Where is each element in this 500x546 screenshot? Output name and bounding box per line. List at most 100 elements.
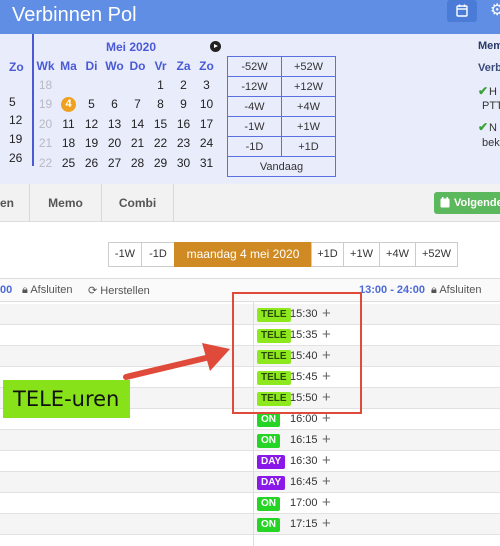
jump-minus-52w-button[interactable]: -52W <box>227 56 282 77</box>
calendar-day[interactable]: 2 <box>172 75 195 95</box>
weekday-header: Zo <box>199 58 214 73</box>
calendar-day[interactable]: 12 <box>80 114 103 134</box>
calendar-day[interactable] <box>80 75 103 95</box>
calendar-day[interactable]: 8 <box>149 95 172 115</box>
current-date[interactable]: maandag 4 mei 2020 <box>174 242 312 267</box>
jump-minus-1d-button[interactable]: -1D <box>227 136 282 157</box>
lock-icon: 🔒︎ <box>22 284 28 296</box>
calendar-day[interactable]: 27 <box>103 153 126 173</box>
jump-plus-4w-button[interactable]: +4W <box>281 96 336 117</box>
calendar-day[interactable]: 5 <box>9 95 16 109</box>
calendar-day[interactable] <box>103 75 126 95</box>
calendar-day[interactable]: 30 <box>172 153 195 173</box>
next-week-button[interactable]: +1W <box>343 242 380 267</box>
slot-badge[interactable]: ON <box>257 434 280 448</box>
add-icon[interactable]: + <box>322 452 331 469</box>
calendar-icon <box>440 197 450 208</box>
calendar-day[interactable] <box>57 75 80 95</box>
week-number[interactable]: 20 <box>34 114 57 134</box>
add-icon[interactable]: + <box>322 473 331 490</box>
slot-badge[interactable]: DAY <box>257 476 286 490</box>
calendar-day[interactable]: 16 <box>172 114 195 134</box>
calendar-day[interactable]: 23 <box>172 134 195 154</box>
calendar-day[interactable]: 5 <box>80 95 103 115</box>
calendar-day[interactable]: 20 <box>103 134 126 154</box>
calendar-day[interactable]: 9 <box>172 95 195 115</box>
slot-time: 16:15 <box>290 434 318 446</box>
table-row: ON 16:15 + <box>0 430 500 451</box>
next-month-icon[interactable] <box>210 41 221 52</box>
calendar-day[interactable]: 7 <box>126 95 149 115</box>
calendar-day[interactable]: 10 <box>195 95 218 115</box>
calendar-day[interactable]: 13 <box>103 114 126 134</box>
calendar-day[interactable]: 19 <box>9 132 22 146</box>
restore-button[interactable]: ⟳ Herstellen <box>88 284 150 297</box>
calendar-day[interactable]: 24 <box>195 134 218 154</box>
calendar-day[interactable]: 26 <box>9 151 22 165</box>
calendar-day[interactable]: 6 <box>103 95 126 115</box>
annotation-label: TELE-uren <box>3 380 130 418</box>
week-number[interactable]: 19 <box>34 95 57 115</box>
close-button-left[interactable]: 🔒︎ Afsluiten <box>22 284 73 297</box>
time-range-right: 13:00 - 24:00 <box>359 284 426 296</box>
jump-plus-1w-button[interactable]: +1W <box>281 116 336 137</box>
calendar-day[interactable]: 28 <box>126 153 149 173</box>
memo-panel: Mem Verb ✔ H PTT ✔ N bek <box>476 34 500 184</box>
week-number[interactable]: 21 <box>34 134 57 154</box>
weekday-header: Di <box>85 58 98 73</box>
calendar-day[interactable]: 3 <box>195 75 218 95</box>
calendar-day[interactable]: 31 <box>195 153 218 173</box>
calendar-day[interactable]: 22 <box>149 134 172 154</box>
jump-plus-52w-button[interactable]: +52W <box>281 56 336 77</box>
next-4-weeks-button[interactable]: +4W <box>379 242 416 267</box>
jump-minus-4w-button[interactable]: -4W <box>227 96 282 117</box>
calendar-day[interactable]: 15 <box>149 114 172 134</box>
calendar-day[interactable]: 11 <box>57 114 80 134</box>
next-52-weeks-button[interactable]: +52W <box>415 242 458 267</box>
tab-memo[interactable]: Memo <box>30 184 102 222</box>
week-number[interactable]: 22 <box>34 153 57 173</box>
calendar-day[interactable]: 29 <box>149 153 172 173</box>
tab-partial[interactable]: en <box>0 184 30 222</box>
tab-combi[interactable]: Combi <box>102 184 174 222</box>
gear-icon[interactable]: ⚙ <box>490 0 500 20</box>
jump-plus-1d-button[interactable]: +1D <box>281 136 336 157</box>
add-icon[interactable]: + <box>322 494 331 511</box>
memo-item-text: bek <box>482 137 500 149</box>
add-icon[interactable]: + <box>322 515 331 532</box>
slot-badge[interactable]: ON <box>257 497 280 511</box>
jump-minus-1w-button[interactable]: -1W <box>227 116 282 137</box>
prev-day-button[interactable]: -1D <box>141 242 175 267</box>
calendar-day[interactable]: 25 <box>57 153 80 173</box>
weekday-header: Ma <box>60 58 77 73</box>
weekday-header: Zo <box>9 60 24 74</box>
table-row: ON 17:00 + <box>0 493 500 514</box>
close-button-right[interactable]: 🔒︎ Afsluiten <box>431 284 482 297</box>
calendar-day[interactable] <box>126 75 149 95</box>
today-button[interactable]: Vandaag <box>227 156 336 177</box>
slot-time: 16:45 <box>290 476 318 488</box>
table-row: DAY 16:45 + <box>0 472 500 493</box>
add-icon[interactable]: + <box>322 431 331 448</box>
calendar-day[interactable]: 14 <box>126 114 149 134</box>
calendar-day[interactable]: 12 <box>9 113 22 127</box>
calendar-day-today[interactable]: 4 <box>57 95 80 115</box>
calendar-day[interactable]: 21 <box>126 134 149 154</box>
calendar-day[interactable]: 26 <box>80 153 103 173</box>
close-label: Afsluiten <box>439 284 482 296</box>
slot-badge[interactable]: ON <box>257 413 280 427</box>
calendar-button[interactable] <box>447 0 477 22</box>
slot-badge[interactable]: DAY <box>257 455 286 469</box>
next-day-button[interactable]: +1D <box>311 242 344 267</box>
calendar-day[interactable]: 1 <box>149 75 172 95</box>
slot-badge[interactable]: ON <box>257 518 280 532</box>
week-number[interactable]: 18 <box>34 75 57 95</box>
calendar-day[interactable]: 18 <box>57 134 80 154</box>
next-button[interactable]: Volgende <box>434 192 500 214</box>
calendar-day[interactable]: 19 <box>80 134 103 154</box>
memo-item-text: PTT <box>482 100 500 112</box>
calendar-day[interactable]: 17 <box>195 114 218 134</box>
jump-plus-12w-button[interactable]: +12W <box>281 76 336 97</box>
jump-minus-12w-button[interactable]: -12W <box>227 76 282 97</box>
prev-week-button[interactable]: -1W <box>108 242 142 267</box>
